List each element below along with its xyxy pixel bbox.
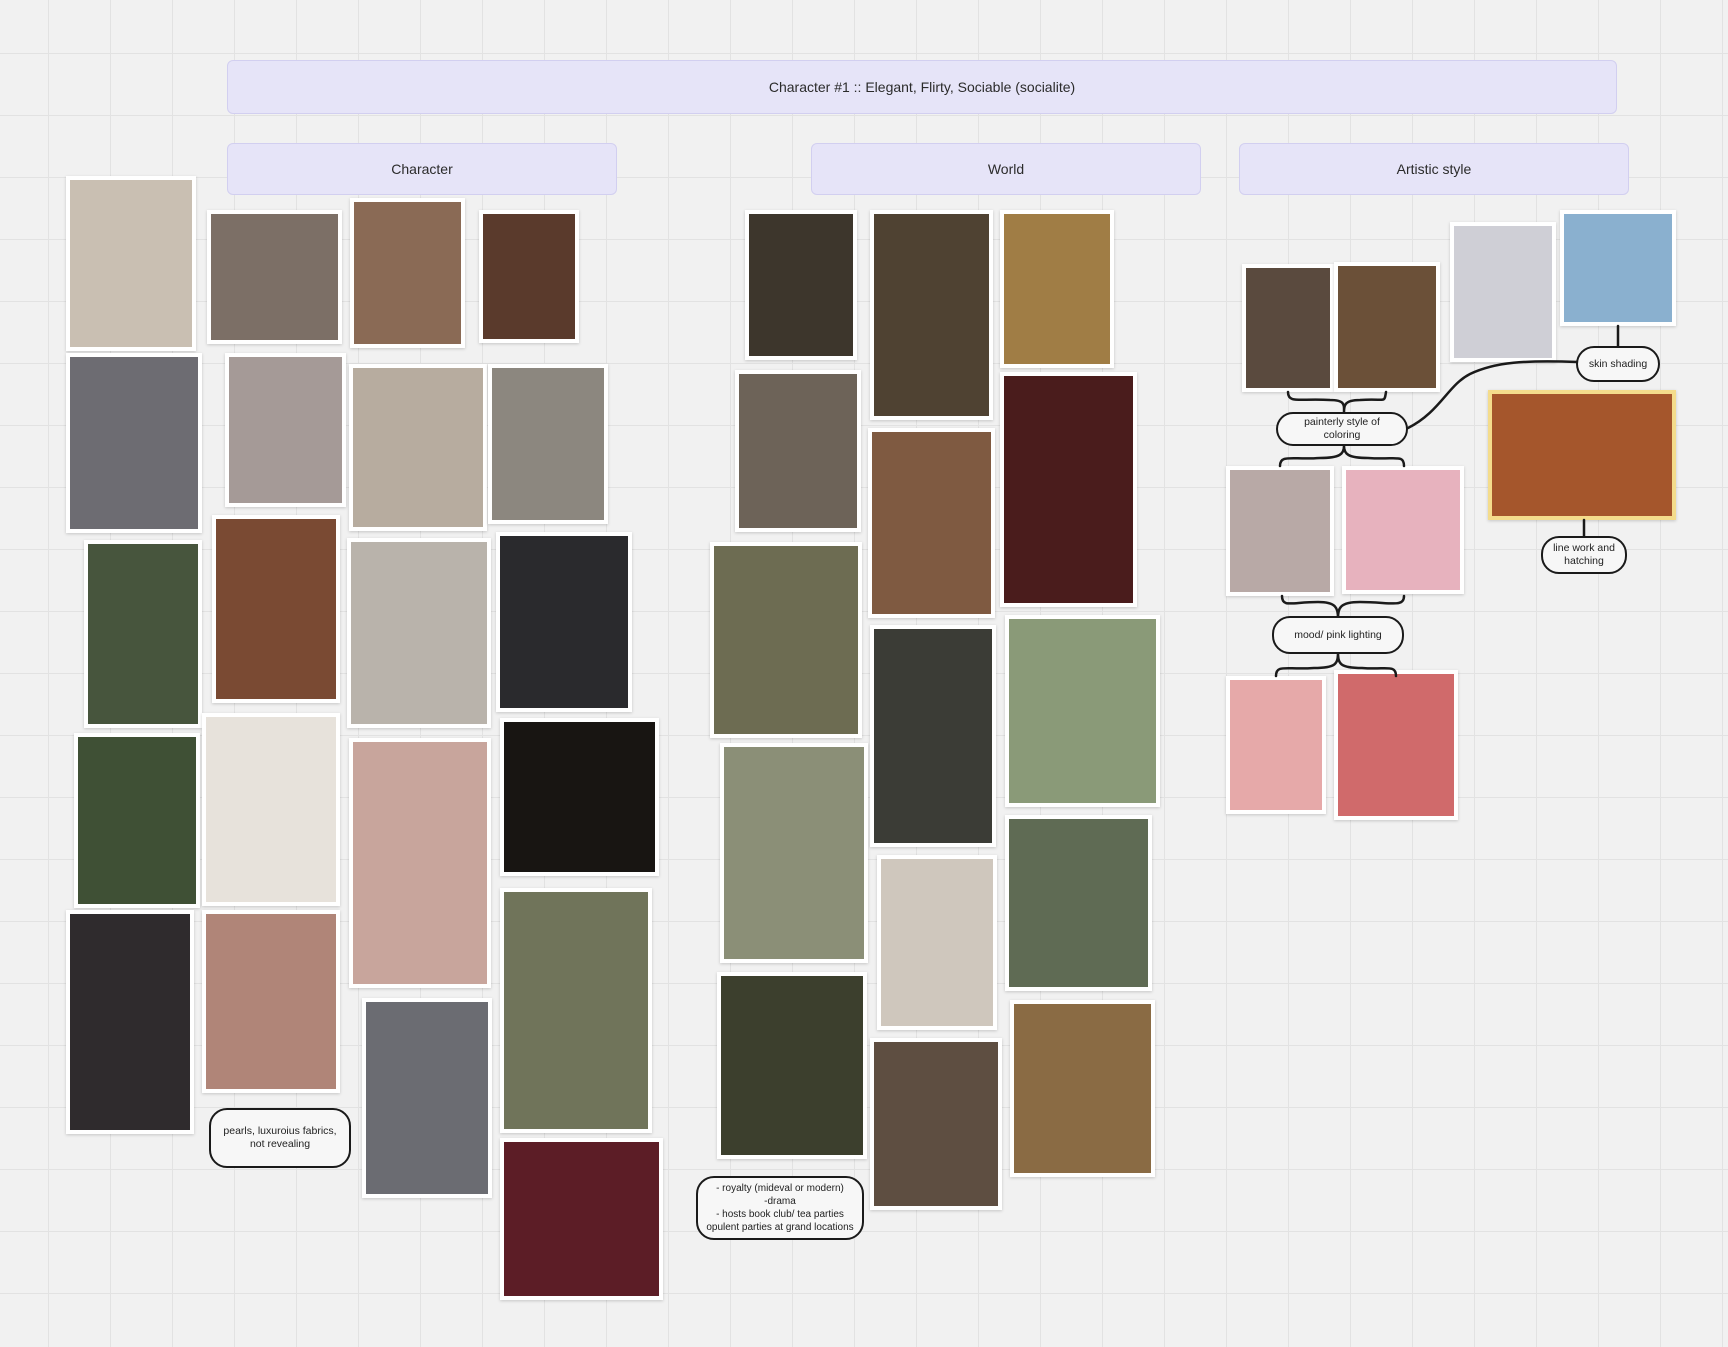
connector-painterly-bottom — [1278, 445, 1406, 468]
note-world[interactable]: - royalty (mideval or modern) -drama - h… — [696, 1176, 864, 1240]
note-character[interactable]: pearls, luxuroius fabrics, not revealing — [209, 1108, 351, 1168]
connector-painterly-top — [1286, 390, 1388, 413]
connector-painterly-skin — [1406, 360, 1580, 430]
note-painterly[interactable]: painterly style of coloring — [1276, 412, 1408, 446]
connector-mood-top — [1280, 594, 1406, 619]
note-line-work[interactable]: line work and hatching — [1541, 536, 1627, 574]
note-mood-lighting[interactable]: mood/ pink lighting — [1272, 616, 1404, 654]
connector-mood-bottom — [1274, 651, 1398, 678]
note-skin-shading[interactable]: skin shading — [1576, 346, 1660, 382]
